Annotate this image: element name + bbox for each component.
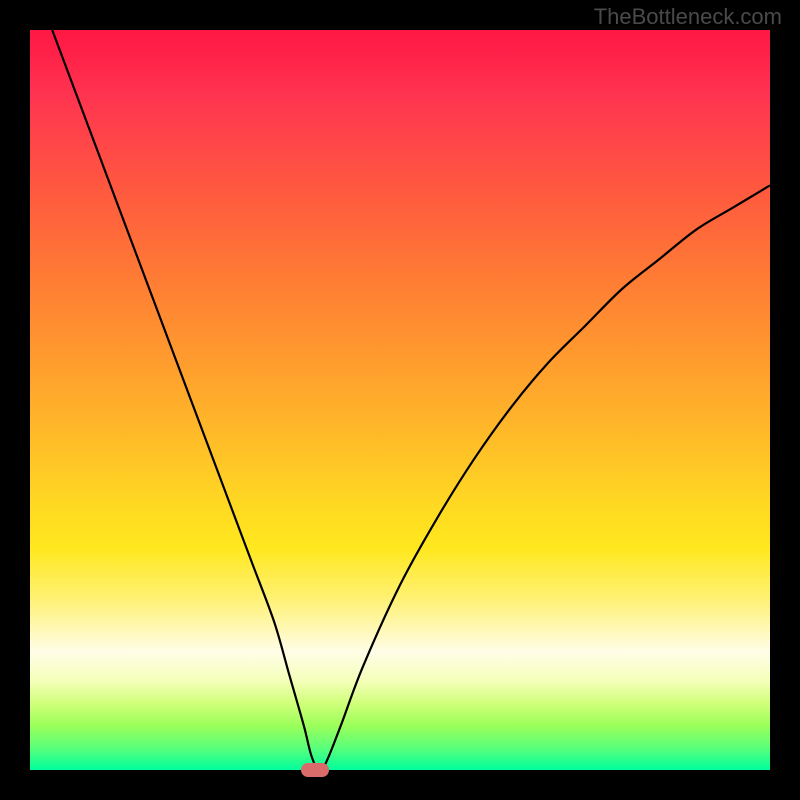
bottleneck-curve xyxy=(30,30,770,770)
optimal-point-marker xyxy=(301,763,329,777)
chart-plot-area xyxy=(30,30,770,770)
watermark-text: TheBottleneck.com xyxy=(594,4,782,30)
